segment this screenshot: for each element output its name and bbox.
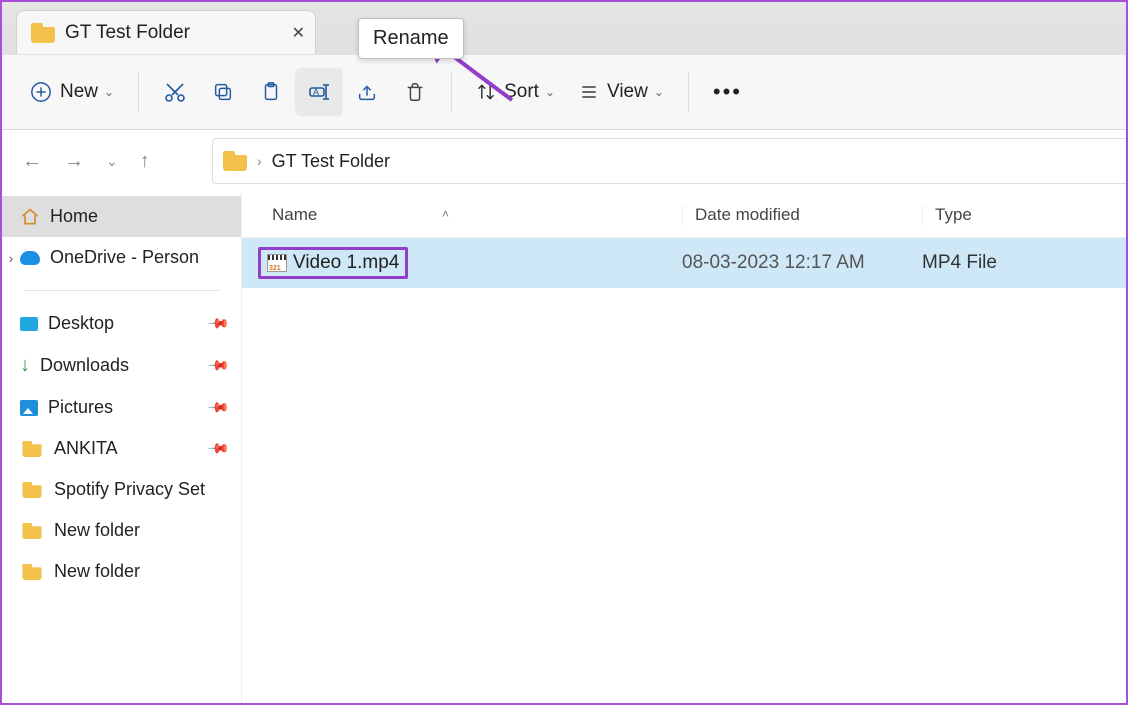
sidebar-item-spotify[interactable]: Spotify Privacy Set	[2, 469, 241, 510]
folder-icon	[22, 523, 41, 539]
ellipsis-icon: •••	[713, 79, 742, 105]
plus-circle-icon	[30, 81, 52, 103]
pin-icon: 📌	[206, 395, 230, 419]
new-label: New	[60, 81, 98, 103]
sidebar-item-newfolder1[interactable]: New folder	[2, 510, 241, 551]
trash-icon	[404, 81, 426, 103]
sidebar-item-onedrive[interactable]: › OneDrive - Person	[2, 237, 241, 278]
expand-icon[interactable]: ›	[4, 250, 18, 266]
column-date-label: Date modified	[695, 205, 800, 224]
tab-bar: GT Test Folder ✕	[2, 2, 1126, 54]
new-button[interactable]: New ⌄	[18, 68, 126, 116]
clipboard-icon	[260, 81, 282, 103]
copy-button[interactable]	[199, 68, 247, 116]
paste-button[interactable]	[247, 68, 295, 116]
column-name[interactable]: Name ˄	[242, 205, 682, 225]
nav-row: ← → ⌄ ↑ › GT Test Folder	[2, 130, 1126, 192]
folder-icon	[22, 441, 41, 457]
chevron-right-icon: ›	[257, 153, 262, 169]
folder-icon	[22, 482, 41, 498]
sidebar-label: ANKITA	[54, 438, 118, 459]
sort-indicator-icon: ˄	[442, 207, 449, 221]
view-button[interactable]: View ⌄	[567, 68, 676, 116]
navigation-pane: Home › OneDrive - Person Desktop 📌 ↓ Dow…	[2, 192, 242, 703]
back-button[interactable]: ←	[22, 150, 42, 173]
pictures-icon	[20, 400, 38, 416]
cloud-icon	[20, 251, 40, 265]
sidebar-item-home[interactable]: Home	[2, 196, 241, 237]
sidebar-label: OneDrive - Person	[50, 247, 199, 268]
share-icon	[356, 81, 378, 103]
sidebar-item-ankita[interactable]: ANKITA 📌	[2, 428, 241, 469]
view-label: View	[607, 81, 648, 103]
column-name-label: Name	[272, 205, 317, 224]
rename-tooltip: Rename	[358, 18, 464, 59]
file-date: 08-03-2023 12:17 AM	[682, 252, 922, 274]
scissors-icon	[163, 80, 187, 104]
tab-gt-test-folder[interactable]: GT Test Folder ✕	[16, 10, 316, 54]
forward-button[interactable]: →	[64, 150, 84, 173]
address-bar[interactable]: › GT Test Folder	[212, 138, 1126, 184]
sidebar-label: Spotify Privacy Set	[54, 479, 205, 500]
column-type-label: Type	[935, 205, 972, 224]
sidebar-label: Desktop	[48, 313, 114, 334]
sidebar-item-pictures[interactable]: Pictures 📌	[2, 387, 241, 428]
pin-icon: 📌	[206, 353, 230, 377]
view-list-icon	[579, 82, 599, 102]
tab-title: GT Test Folder	[65, 22, 190, 44]
chevron-down-icon: ⌄	[654, 85, 664, 99]
breadcrumb-root[interactable]: GT Test Folder	[272, 151, 390, 172]
sidebar-label: Pictures	[48, 397, 113, 418]
chevron-down-icon: ⌄	[104, 85, 114, 99]
close-tab-icon[interactable]: ✕	[292, 23, 305, 43]
sidebar-label: Downloads	[40, 355, 129, 376]
chevron-down-icon: ⌄	[545, 85, 555, 99]
folder-icon	[223, 151, 247, 171]
column-headers: Name ˄ Date modified Type	[242, 192, 1126, 238]
column-type[interactable]: Type	[922, 205, 1126, 225]
sidebar-label: Home	[50, 206, 98, 227]
sidebar-item-desktop[interactable]: Desktop 📌	[2, 303, 241, 344]
rename-icon: A	[307, 80, 331, 104]
more-button[interactable]: •••	[701, 68, 754, 116]
column-date[interactable]: Date modified	[682, 205, 922, 225]
recent-locations-button[interactable]: ⌄	[106, 153, 118, 170]
file-name: Video 1.mp4	[293, 252, 399, 274]
video-file-icon	[267, 254, 287, 272]
sidebar-label: New folder	[54, 520, 140, 541]
folder-icon	[31, 23, 55, 43]
selected-file: Video 1.mp4	[258, 247, 408, 279]
sidebar-item-newfolder2[interactable]: New folder	[2, 551, 241, 592]
pin-icon: 📌	[206, 311, 230, 335]
sidebar-item-downloads[interactable]: ↓ Downloads 📌	[2, 344, 241, 387]
desktop-icon	[20, 317, 38, 331]
sidebar-label: New folder	[54, 561, 140, 582]
cut-button[interactable]	[151, 68, 199, 116]
file-type: MP4 File	[922, 252, 1126, 274]
download-icon: ↓	[20, 354, 30, 377]
home-icon	[20, 207, 40, 227]
file-row[interactable]: Video 1.mp4 08-03-2023 12:17 AM MP4 File	[242, 238, 1126, 288]
copy-icon	[212, 81, 234, 103]
toolbar: New ⌄ A Sort ⌄ View ⌄ •••	[2, 54, 1126, 130]
folder-icon	[22, 564, 41, 580]
rename-button[interactable]: A	[295, 68, 343, 116]
share-button[interactable]	[343, 68, 391, 116]
svg-text:A: A	[313, 87, 319, 97]
pin-icon: 📌	[206, 436, 230, 460]
file-list: Name ˄ Date modified Type Video 1.mp4 08…	[242, 192, 1126, 703]
up-button[interactable]: ↑	[140, 150, 150, 173]
